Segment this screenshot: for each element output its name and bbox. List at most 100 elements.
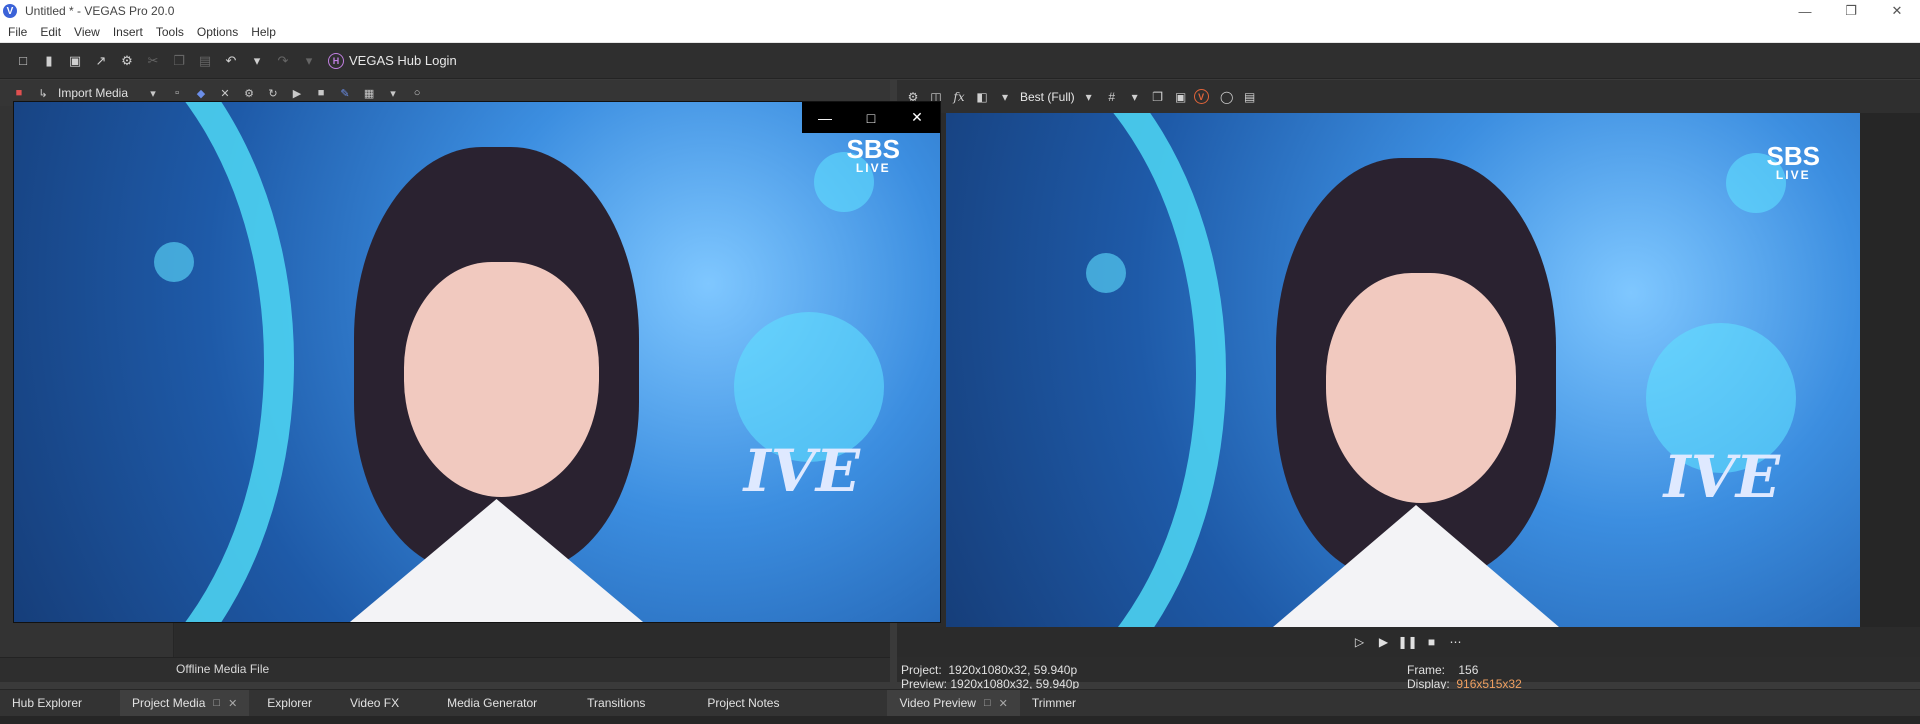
floating-video-frame: SBS LIVE IVE	[14, 102, 940, 622]
hub-login-label: VEGAS Hub Login	[349, 53, 457, 68]
split-dropdown-icon[interactable]: ▾	[995, 87, 1015, 107]
disabled-monitor-icon[interactable]: ▤	[1240, 87, 1260, 107]
import-dropdown-icon[interactable]: ▾	[144, 84, 162, 102]
tab-hub-explorer[interactable]: Hub Explorer	[0, 690, 94, 717]
redo-dropdown-icon[interactable]: ▾	[298, 50, 320, 72]
frame-number-value: 156	[1458, 663, 1479, 677]
pause-icon[interactable]: ❚❚	[1397, 632, 1419, 652]
quality-dropdown-icon[interactable]: ▾	[1079, 87, 1099, 107]
tab-video-fx[interactable]: Video FX	[338, 690, 411, 717]
play-from-start-icon[interactable]: ▷	[1349, 632, 1371, 652]
properties-icon[interactable]: ⚙	[240, 84, 258, 102]
maximize-icon[interactable]: □	[848, 102, 894, 133]
menu-help[interactable]: Help	[251, 25, 276, 39]
close-icon[interactable]: ✕	[894, 102, 940, 133]
hub-icon: H	[328, 52, 344, 69]
ive-logo: IVE	[743, 437, 860, 505]
restore-icon[interactable]: ❐	[1828, 0, 1874, 22]
views-dropdown-icon[interactable]: ▾	[384, 84, 402, 102]
frame-info: Frame: 156 Display: 916x515x32	[1407, 663, 1522, 691]
play-media-icon[interactable]: ▶	[288, 84, 306, 102]
media-fx-icon[interactable]: ◆	[192, 84, 210, 102]
refresh-icon[interactable]: ↻	[264, 84, 282, 102]
tab-transitions[interactable]: Transitions	[575, 690, 657, 717]
undo-icon[interactable]: ↶	[220, 50, 242, 72]
overlays-grid-icon[interactable]: #	[1102, 87, 1122, 107]
tab-project-notes[interactable]: Project Notes	[695, 690, 791, 717]
overlays-dropdown-icon[interactable]: ▾	[1125, 87, 1145, 107]
remove-icon[interactable]: ✕	[216, 84, 234, 102]
tab-media-generator[interactable]: Media Generator	[435, 690, 549, 717]
redo-icon[interactable]: ↷	[272, 50, 294, 72]
sbs-live-logo: SBS LIVE	[846, 134, 900, 175]
auto-preview-icon[interactable]: ✎	[336, 84, 354, 102]
sbs-live-logo: SBS LIVE	[1766, 141, 1820, 182]
undock-icon[interactable]: □	[213, 697, 220, 709]
menu-insert[interactable]: Insert	[113, 25, 143, 39]
gear-icon[interactable]: ⚙	[116, 50, 138, 72]
timeline-edge	[0, 716, 1920, 724]
paste-icon[interactable]: ▤	[194, 50, 216, 72]
menu-view[interactable]: View	[74, 25, 100, 39]
cut-icon[interactable]: ✂	[142, 50, 164, 72]
hub-login-button[interactable]: H VEGAS Hub Login	[328, 52, 457, 69]
floating-window-controls: — □ ✕	[802, 102, 940, 133]
close-icon[interactable]: ✕	[1874, 0, 1920, 22]
vegas-logo-icon: V	[3, 4, 17, 18]
stage-ring-light	[946, 113, 1226, 627]
menu-options[interactable]: Options	[197, 25, 238, 39]
tab-trimmer[interactable]: Trimmer	[1020, 690, 1088, 717]
copy-snapshot-icon[interactable]: ❐	[1148, 87, 1168, 107]
menu-file[interactable]: File	[8, 25, 27, 39]
docking-tabs: Hub Explorer Project Media □ ✕ Explorer …	[0, 689, 1920, 717]
menu-bar: File Edit View Insert Tools Options Help	[0, 22, 1920, 43]
menu-edit[interactable]: Edit	[40, 25, 61, 39]
window-title: Untitled * - VEGAS Pro 20.0	[25, 4, 175, 18]
project-info: Project: 1920x1080x32, 59.940p Preview: …	[901, 663, 1080, 691]
stage-ring-light	[14, 102, 294, 622]
save-icon[interactable]: ▣	[64, 50, 86, 72]
vegas-hub-icon[interactable]: V	[1193, 89, 1209, 104]
bokeh-light	[154, 242, 194, 282]
close-icon[interactable]: ✕	[999, 697, 1008, 710]
split-screen-icon[interactable]: ◧	[972, 87, 992, 107]
video-preview-panel: ⚙ ◫ fx ◧ ▾ Best (Full) ▾ # ▾ ❐ ▣ V ◯ ▤ S…	[897, 80, 1920, 691]
play-icon[interactable]: ▶	[1373, 632, 1395, 652]
save-snapshot-icon[interactable]: ▣	[1171, 87, 1191, 107]
undock-icon[interactable]: □	[984, 697, 991, 709]
main-toolbar: □ ▮ ▣ ↗ ⚙ ✂ ❐ ▤ ↶ ▾ ↷ ▾ H VEGAS Hub Logi…	[0, 43, 1920, 79]
new-file-icon[interactable]: □	[12, 50, 34, 72]
tab-project-media[interactable]: Project Media □ ✕	[120, 689, 250, 717]
undo-dropdown-icon[interactable]: ▾	[246, 50, 268, 72]
video-preview-frame[interactable]: SBS LIVE IVE	[946, 113, 1860, 627]
video-preview-toolbar: ⚙ ◫ fx ◧ ▾ Best (Full) ▾ # ▾ ❐ ▣ V ◯ ▤	[897, 80, 1920, 113]
delete-media-icon[interactable]: ■	[10, 84, 28, 102]
minimize-icon[interactable]: —	[802, 102, 848, 133]
media-status-row	[0, 657, 890, 682]
tab-explorer[interactable]: Explorer	[255, 690, 324, 717]
more-options-icon[interactable]: ⋯	[1445, 632, 1467, 652]
import-media-button[interactable]: Import Media	[58, 86, 128, 100]
tab-video-preview[interactable]: Video Preview □ ✕	[887, 689, 1020, 717]
video-frame-image: SBS LIVE IVE	[946, 113, 1860, 627]
render-export-icon[interactable]: ↗	[90, 50, 112, 72]
window-controls: — ❐ ✕	[1782, 0, 1920, 22]
ive-logo: IVE	[1663, 443, 1780, 511]
capture-icon[interactable]: ▫	[168, 84, 186, 102]
floating-preview-window[interactable]: SBS LIVE IVE — □ ✕	[13, 101, 941, 623]
close-icon[interactable]: ✕	[228, 697, 237, 710]
menu-tools[interactable]: Tools	[156, 25, 184, 39]
search-icon[interactable]: ○	[408, 84, 426, 102]
copy-icon[interactable]: ❐	[168, 50, 190, 72]
video-fx-icon[interactable]: fx	[949, 87, 969, 107]
offline-media-label: Offline Media File	[176, 662, 270, 676]
preview-quality-select[interactable]: Best (Full)	[1020, 90, 1075, 104]
open-folder-icon[interactable]: ▮	[38, 50, 60, 72]
stop-icon[interactable]: ■	[1421, 632, 1443, 652]
import-media-icon[interactable]: ↳	[34, 84, 52, 102]
minimize-icon[interactable]: —	[1782, 0, 1828, 22]
performer-face	[404, 262, 599, 497]
disabled-tool-icon[interactable]: ◯	[1217, 87, 1237, 107]
views-icon[interactable]: ▦	[360, 84, 378, 102]
stop-media-icon[interactable]: ■	[312, 84, 330, 102]
